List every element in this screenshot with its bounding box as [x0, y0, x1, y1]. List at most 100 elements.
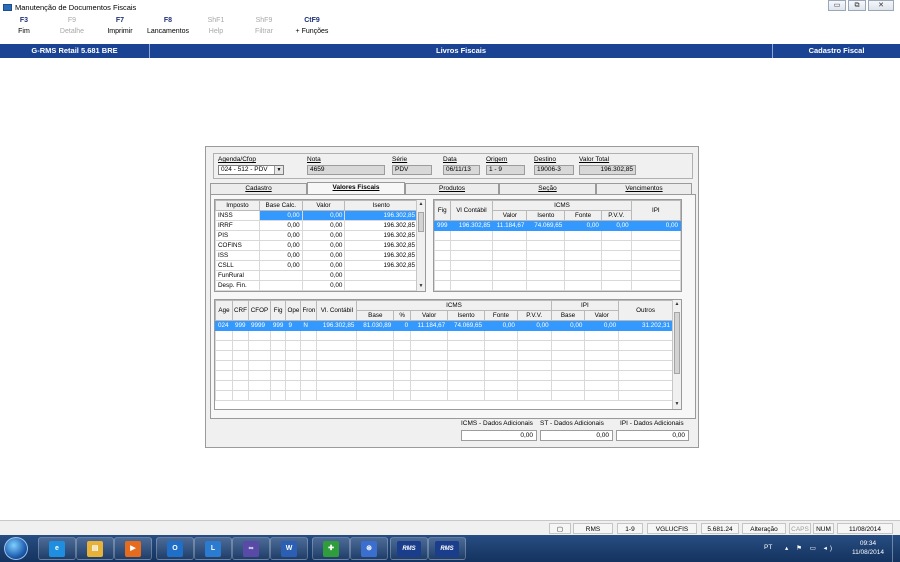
table-row[interactable]: PIS 0,00 0,00 196.302,85 [215, 230, 418, 241]
impostos-scrollbar[interactable]: ▲ ▼ [416, 200, 425, 291]
toolbar-button-help[interactable]: ShF1 Help [192, 14, 240, 43]
col-group-icms: ICMS [492, 200, 632, 211]
agenda-select[interactable]: 024 - 512 - PDV ▼ [218, 165, 284, 175]
table-cell [356, 380, 395, 391]
table-row[interactable]: Desp. Fin. 0,00 [215, 280, 418, 291]
start-button[interactable] [4, 537, 28, 560]
table-row[interactable] [215, 390, 673, 401]
minimize-button[interactable]: ▭ [828, 0, 846, 11]
table-cell: 196.302,85 [344, 250, 418, 261]
table-row[interactable] [215, 340, 673, 351]
table-row[interactable] [215, 380, 673, 391]
table-row[interactable]: CSLL 0,00 0,00 196.302,85 [215, 260, 418, 271]
taskbar-app9-button[interactable]: ⊛ [350, 537, 388, 560]
total-field[interactable]: 196.302,85 [579, 165, 636, 175]
chevron-down-icon[interactable]: ▼ [274, 166, 283, 174]
icms-adicionais-field[interactable]: 0,00 [461, 430, 537, 441]
toolbar-button-imprimir[interactable]: F7 Imprimir [96, 14, 144, 43]
taskbar-app6-button[interactable]: ∞ [232, 537, 270, 560]
table-cell [269, 380, 287, 391]
table-cell: 196.302,85 [344, 240, 418, 251]
table-cell [393, 360, 412, 371]
table-row[interactable]: ISS 0,00 0,00 196.302,85 [215, 250, 418, 261]
table-cell [247, 340, 271, 351]
close-button[interactable]: ✕ [868, 0, 894, 11]
maximize-button[interactable]: ⧉ [848, 0, 866, 11]
clock-date: 11/08/2014 [851, 549, 884, 556]
table-row[interactable]: 024 999 9999 999 9 N 196.302,85 81.030,89 0 11.18… [215, 320, 673, 331]
tray-icons[interactable]: ▴ ⚑ ▭ ◂) [785, 544, 835, 552]
page-icon: ▢ [549, 523, 571, 534]
detail-scrollbar[interactable]: ▲ ▼ [672, 300, 681, 409]
toolbar-button-filtrar[interactable]: ShF9 Filtrar [240, 14, 288, 43]
col-fig: Fig [434, 200, 451, 221]
table-cell [584, 340, 620, 351]
scroll-down-icon[interactable]: ▼ [673, 400, 681, 409]
table-cell [300, 360, 318, 371]
toolbar-key: F9 [67, 17, 77, 24]
status-caps: CAPS [789, 523, 811, 534]
table-row[interactable] [215, 350, 673, 361]
table-row[interactable]: FunRural 0,00 [215, 270, 418, 281]
tab-vencimentos[interactable]: Vencimentos [596, 183, 692, 194]
st-adicionais-field[interactable]: 0,00 [540, 430, 613, 441]
toolbar-button-lancamentos[interactable]: F8 Lancamentos [144, 14, 192, 43]
taskbar-app8-button[interactable]: ✚ [312, 537, 350, 560]
taskbar-rms1-button[interactable]: RMS [390, 537, 428, 560]
table-cell: 11.184,67 [492, 220, 528, 231]
table-cell [410, 340, 449, 351]
taskbar-ie-button[interactable]: e [38, 537, 76, 560]
tab-se-o[interactable]: Seção [499, 183, 596, 194]
table-row[interactable]: COFINS 0,00 0,00 196.302,85 [215, 240, 418, 251]
toolbar-button-detalhe[interactable]: F9 Detalhe [48, 14, 96, 43]
scroll-down-icon[interactable]: ▼ [417, 282, 425, 291]
table-cell [269, 360, 287, 371]
serie-field[interactable]: PDV [392, 165, 432, 175]
table-cell: 0,00 [301, 260, 346, 271]
taskbar-rms2-button[interactable]: RMS [428, 537, 466, 560]
table-row[interactable]: 999 196.302,85 11.184,67 74.069,65 0,00 0,00 0… [434, 220, 681, 231]
taskbar-outlook-button[interactable]: O [156, 537, 194, 560]
table-row[interactable] [215, 370, 673, 381]
taskbar-explorer-button[interactable]: ▤ [76, 537, 114, 560]
table-cell [618, 350, 673, 361]
taskbar: e ▤ ▶ O L ∞ W ✚ ⊛ RMS RMS PT ▴ ⚑ ▭ ◂) 09:34 11/08/… [0, 535, 900, 562]
table-cell [344, 280, 418, 291]
ipi-adicionais-field[interactable]: 0,00 [616, 430, 689, 441]
scroll-up-icon[interactable]: ▲ [417, 200, 425, 209]
destino-field[interactable]: 19006-3 [534, 165, 574, 175]
table-cell [285, 340, 302, 351]
table-cell [247, 370, 271, 381]
table-row[interactable] [215, 330, 673, 341]
tab-produtos[interactable]: Produtos [405, 183, 499, 194]
taskbar-media-button[interactable]: ▶ [114, 537, 152, 560]
data-field[interactable]: 06/11/13 [443, 165, 480, 175]
clock[interactable]: 09:34 11/08/2014 [852, 539, 884, 557]
scroll-thumb[interactable] [674, 312, 680, 374]
table-cell: 11.184,67 [410, 320, 449, 331]
language-indicator[interactable]: PT [764, 544, 772, 551]
scroll-up-icon[interactable]: ▲ [673, 300, 681, 309]
table-row[interactable]: INSS 0,00 0,00 196.302,85 [215, 210, 418, 221]
table-cell [516, 370, 552, 381]
tab-cadastro[interactable]: Cadastro [210, 183, 307, 194]
valores-fiscais-panel: Imposto Base Calc. Valor Isento INSS 0,00 0,0… [210, 194, 696, 419]
origem-field[interactable]: 1 - 9 [486, 165, 525, 175]
table-cell [410, 360, 449, 371]
col-header: Valor [301, 200, 346, 211]
module-label: Livros Fiscais [435, 46, 487, 55]
nota-field[interactable]: 4659 [307, 165, 385, 175]
toolbar-button-fim[interactable]: F3 Fim [0, 14, 48, 43]
taskbar-word-button[interactable]: W [270, 537, 308, 560]
scroll-thumb[interactable] [418, 212, 424, 232]
taskbar-lync-button[interactable]: L [194, 537, 232, 560]
table-cell [269, 350, 287, 361]
table-row[interactable]: IRRF 0,00 0,00 196.302,85 [215, 220, 418, 231]
tab-valores-fiscais[interactable]: Valores Fiscais [307, 182, 405, 194]
table-cell [316, 380, 358, 391]
table-cell [316, 370, 358, 381]
table-row[interactable] [215, 360, 673, 371]
show-desktop-button[interactable] [892, 535, 900, 562]
table-cell [247, 360, 271, 371]
toolbar-button-fun-es[interactable]: CtF9 + Funções [288, 14, 336, 43]
